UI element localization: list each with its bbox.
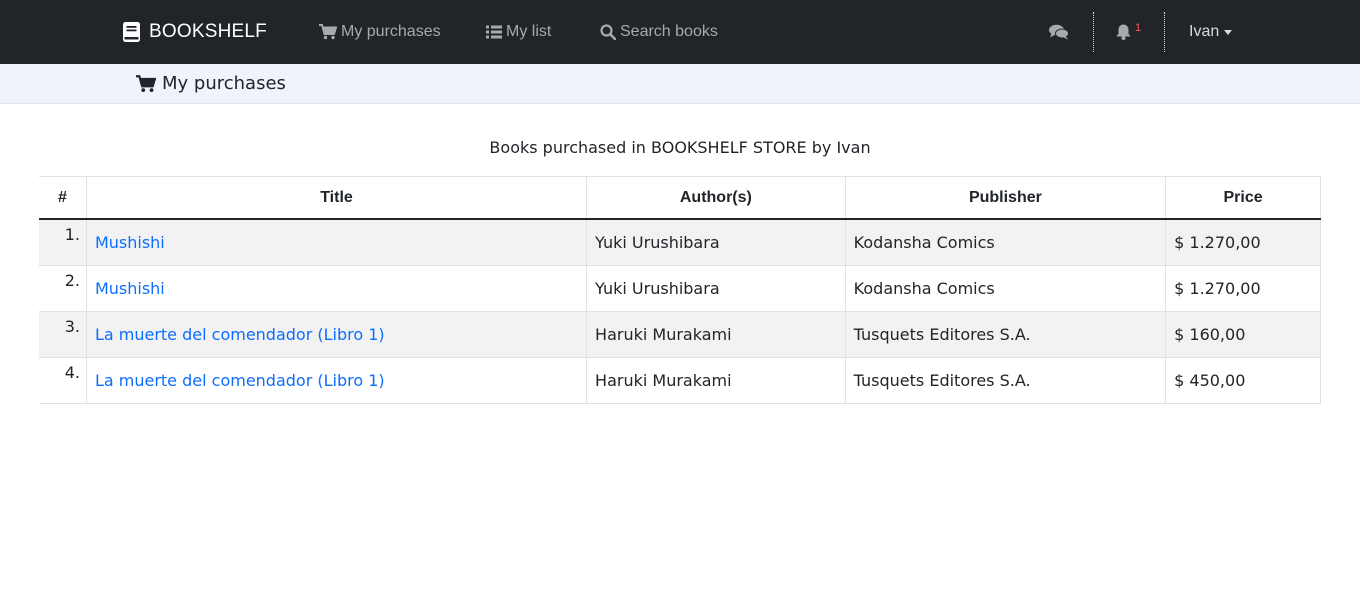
book-title-link[interactable]: Mushishi [95, 233, 165, 252]
column-header-publisher: Publisher [844, 176, 1167, 220]
author-cell: Haruki Murakami [586, 357, 846, 404]
cart-icon [136, 74, 156, 92]
cart-icon [319, 24, 337, 40]
book-title-link[interactable]: La muerte del comendador (Libro 1) [95, 371, 385, 390]
table-row: 1. Mushishi Yuki Urushibara Kodansha Com… [39, 218, 1321, 266]
title-cell: La muerte del comendador (Libro 1) [85, 357, 588, 404]
user-name: Ivan [1189, 23, 1220, 40]
page-subheader: My purchases [0, 64, 1360, 104]
chat-icon [1049, 24, 1069, 40]
nav-my-list-label: My list [506, 23, 552, 40]
nav-my-purchases[interactable]: My purchases [319, 0, 441, 64]
list-icon [486, 25, 502, 39]
nav-my-purchases-label: My purchases [341, 23, 441, 40]
table-header-row: # Title Author(s) Publisher Price [39, 176, 1321, 220]
publisher-cell: Tusquets Editores S.A. [844, 311, 1167, 358]
title-cell: La muerte del comendador (Libro 1) [85, 311, 588, 358]
table-row: 2. Mushishi Yuki Urushibara Kodansha Com… [39, 265, 1321, 312]
search-icon [600, 24, 616, 40]
brand-logo[interactable]: BOOKSHELF [123, 0, 267, 64]
purchases-table: # Title Author(s) Publisher Price 1. Mus… [39, 176, 1321, 404]
book-icon [123, 22, 140, 42]
row-number: 1. [39, 218, 87, 266]
author-cell: Yuki Urushibara [586, 218, 846, 266]
column-header-number: # [39, 176, 87, 220]
top-navbar: BOOKSHELF My purchases My list Search bo… [0, 0, 1360, 64]
nav-search-books-label: Search books [620, 23, 718, 40]
bell-icon [1116, 24, 1131, 40]
publisher-cell: Tusquets Editores S.A. [844, 357, 1167, 404]
brand-name: BOOKSHELF [149, 21, 267, 42]
price-cell: $ 1.270,00 [1165, 265, 1321, 312]
price-cell: $ 160,00 [1165, 311, 1321, 358]
column-header-authors: Author(s) [586, 176, 846, 220]
publisher-cell: Kodansha Comics [844, 218, 1167, 266]
table-row: 3. La muerte del comendador (Libro 1) Ha… [39, 311, 1321, 358]
navbar-divider [1093, 12, 1094, 52]
book-title-link[interactable]: Mushishi [95, 279, 165, 298]
publisher-cell: Kodansha Comics [844, 265, 1167, 312]
price-cell: $ 1.270,00 [1165, 218, 1321, 266]
column-header-title: Title [85, 176, 588, 220]
price-cell: $ 450,00 [1165, 357, 1321, 404]
page-title: My purchases [136, 64, 286, 103]
nav-my-list[interactable]: My list [486, 0, 551, 64]
table-row: 4. La muerte del comendador (Libro 1) Ha… [39, 357, 1321, 404]
navbar-divider [1164, 12, 1165, 52]
row-number: 2. [39, 265, 87, 312]
table-caption: Books purchased in BOOKSHELF STORE by Iv… [489, 138, 871, 157]
caret-down-icon [1224, 29, 1233, 35]
chat-button[interactable] [1049, 0, 1069, 64]
notifications-button[interactable] [1116, 0, 1131, 64]
column-header-price: Price [1165, 176, 1321, 220]
title-cell: Mushishi [85, 265, 588, 312]
nav-search-books[interactable]: Search books [600, 0, 718, 64]
author-cell: Yuki Urushibara [586, 265, 846, 312]
book-title-link[interactable]: La muerte del comendador (Libro 1) [95, 325, 385, 344]
title-cell: Mushishi [85, 218, 588, 266]
row-number: 3. [39, 311, 87, 358]
user-menu-dropdown[interactable]: Ivan [1189, 0, 1233, 64]
row-number: 4. [39, 357, 87, 404]
notification-badge: 1 [1135, 22, 1142, 34]
page-title-label: My purchases [162, 73, 286, 94]
author-cell: Haruki Murakami [586, 311, 846, 358]
